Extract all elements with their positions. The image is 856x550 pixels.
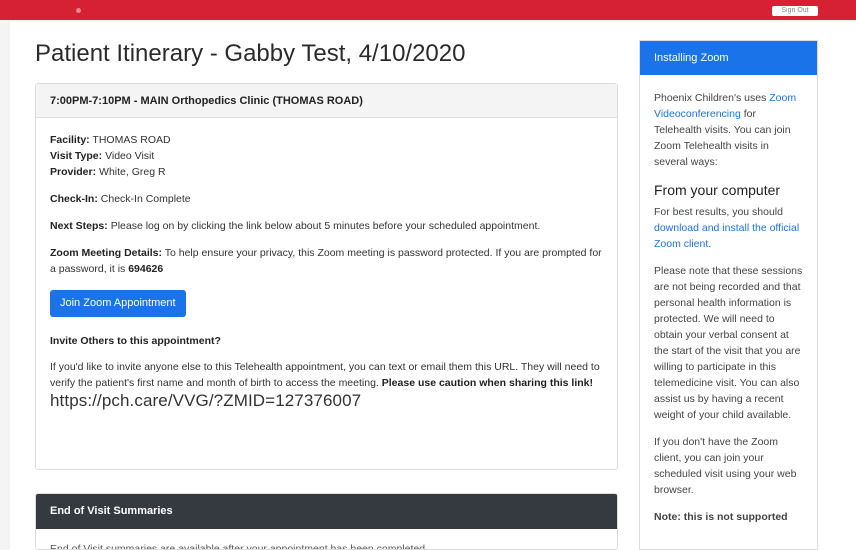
visit-info: Facility: THOMAS ROAD Visit Type: Video … bbox=[50, 132, 603, 180]
zoom-details: Zoom Meeting Details: To help ensure you… bbox=[50, 245, 603, 277]
next-steps-value: Please log on by clicking the link below… bbox=[110, 220, 541, 232]
summaries-card: End of Visit Summaries End of Visit summ… bbox=[35, 493, 618, 550]
checkin-value: Check-In Complete bbox=[100, 193, 191, 205]
appointment-header: 7:00PM-7:10PM - MAIN Orthopedics Clinic … bbox=[36, 84, 617, 118]
zoom-password: 694626 bbox=[128, 263, 164, 275]
privacy-note: Please note that these sessions are not … bbox=[654, 265, 803, 421]
provider-value: White, Greg R bbox=[99, 166, 166, 178]
sidebar-intro: Phoenix Children's uses Zoom Videoconfer… bbox=[654, 90, 803, 170]
computer-text: For best results, you should download an… bbox=[654, 204, 803, 252]
sidebar-body: Phoenix Children's uses Zoom Videoconfer… bbox=[640, 75, 817, 549]
summaries-header: End of Visit Summaries bbox=[36, 494, 617, 529]
header-dot-icon bbox=[76, 8, 81, 13]
appointment-card: 7:00PM-7:10PM - MAIN Orthopedics Clinic … bbox=[35, 83, 618, 470]
zoom-sidebar: Installing Zoom Phoenix Children's uses … bbox=[639, 40, 818, 550]
next-steps-info: Next Steps: Please log on by clicking th… bbox=[50, 218, 603, 234]
join-zoom-button[interactable]: Join Zoom Appointment bbox=[50, 290, 186, 317]
provider-label: Provider: bbox=[50, 166, 97, 178]
computer-heading: From your computer bbox=[654, 182, 781, 198]
browser-note: Note: this is not supported bbox=[654, 511, 788, 523]
next-steps-label: Next Steps: bbox=[50, 220, 108, 232]
computer-text-before: For best results, you should bbox=[654, 206, 783, 218]
summaries-text: End of Visit summaries are available aft… bbox=[50, 543, 429, 550]
checkin-label: Check-In: bbox=[50, 193, 98, 205]
top-header-bar: Sign Out bbox=[0, 0, 856, 20]
sign-out-button[interactable]: Sign Out bbox=[772, 6, 818, 16]
visit-type-label: Visit Type: bbox=[50, 150, 103, 162]
visit-type-value: Video Visit bbox=[105, 150, 155, 162]
intro-text-before: Phoenix Children's uses bbox=[654, 92, 767, 104]
download-zoom-link[interactable]: download and install the official Zoom c… bbox=[654, 222, 799, 250]
browser-text: If you don't have the Zoom client, you c… bbox=[654, 436, 797, 496]
computer-text-after: . bbox=[708, 238, 712, 250]
checkin-info: Check-In: Check-In Complete bbox=[50, 191, 603, 207]
invite-heading: Invite Others to this appointment? bbox=[50, 335, 221, 347]
facility-value: THOMAS ROAD bbox=[92, 134, 171, 146]
sidebar-header: Installing Zoom bbox=[640, 41, 817, 75]
zoom-details-label: Zoom Meeting Details: bbox=[50, 247, 163, 259]
facility-label: Facility: bbox=[50, 134, 90, 146]
appointment-body: Facility: THOMAS ROAD Visit Type: Video … bbox=[36, 118, 617, 423]
invite-url[interactable]: https://pch.care/VVG/?ZMID=127376007 bbox=[50, 392, 603, 409]
invite-caution: Please use caution when sharing this lin… bbox=[381, 377, 593, 389]
page-title: Patient Itinerary - Gabby Test, 4/10/202… bbox=[35, 40, 466, 67]
invite-text-block: If you'd like to invite anyone else to t… bbox=[50, 359, 603, 391]
